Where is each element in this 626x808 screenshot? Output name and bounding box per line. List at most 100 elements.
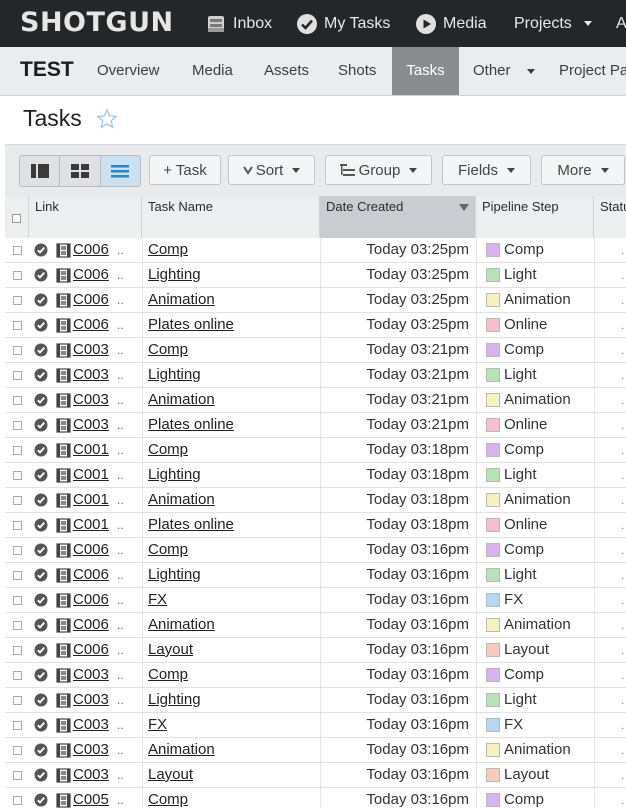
row-checkbox[interactable] <box>13 471 22 480</box>
row-checkbox[interactable] <box>13 621 22 630</box>
link-entity[interactable]: C001 <box>73 513 115 537</box>
tab-shots[interactable]: Shots <box>338 47 376 95</box>
link-entity[interactable]: C006 <box>73 563 115 587</box>
link-entity[interactable]: C006 <box>73 288 115 312</box>
link-entity[interactable]: C006 <box>73 588 115 612</box>
table-row[interactable]: C003.. Comp Today 03:21pm Comp. <box>5 338 626 363</box>
sort-button[interactable]: Sort <box>228 155 315 185</box>
link-entity[interactable]: C001 <box>73 488 115 512</box>
status-check-icon[interactable] <box>34 493 48 507</box>
table-row[interactable]: C006.. Animation Today 03:25pm Animation. <box>5 288 626 313</box>
task-name-link[interactable]: Animation <box>148 613 318 637</box>
task-name-link[interactable]: FX <box>148 588 318 612</box>
status-check-icon[interactable] <box>34 318 48 332</box>
link-entity[interactable]: C001 <box>73 438 115 462</box>
tab-other[interactable]: Other <box>473 47 535 95</box>
link-entity[interactable]: C003 <box>73 688 115 712</box>
status-check-icon[interactable] <box>34 743 48 757</box>
link-entity[interactable]: C006 <box>73 538 115 562</box>
column-header-date-created[interactable]: Date Created <box>320 196 476 238</box>
table-row[interactable]: C006.. FX Today 03:16pm FX. <box>5 588 626 613</box>
tab-assets[interactable]: Assets <box>264 47 309 95</box>
table-row[interactable]: C001.. Comp Today 03:18pm Comp. <box>5 438 626 463</box>
link-entity[interactable]: C006 <box>73 263 115 287</box>
link-entity[interactable]: C001 <box>73 463 115 487</box>
row-checkbox[interactable] <box>13 596 22 605</box>
task-name-link[interactable]: Comp <box>148 538 318 562</box>
status-check-icon[interactable] <box>34 793 48 807</box>
row-checkbox[interactable] <box>13 496 22 505</box>
status-check-icon[interactable] <box>34 543 48 557</box>
row-checkbox[interactable] <box>13 771 22 780</box>
row-checkbox[interactable] <box>13 396 22 405</box>
task-name-link[interactable]: Comp <box>148 788 318 808</box>
table-row[interactable]: C006.. Plates online Today 03:25pm Online. <box>5 313 626 338</box>
column-header-link[interactable]: Link <box>29 196 142 238</box>
task-name-link[interactable]: Animation <box>148 738 318 762</box>
table-row[interactable]: C006.. Comp Today 03:16pm Comp. <box>5 538 626 563</box>
status-check-icon[interactable] <box>34 518 48 532</box>
status-check-icon[interactable] <box>34 243 48 257</box>
task-name-link[interactable]: FX <box>148 713 318 737</box>
row-checkbox[interactable] <box>13 646 22 655</box>
fields-button[interactable]: Fields <box>442 155 531 185</box>
tab-tasks[interactable]: Tasks <box>392 47 459 95</box>
task-name-link[interactable]: Animation <box>148 388 318 412</box>
task-name-link[interactable]: Comp <box>148 238 318 262</box>
table-row[interactable]: C005.. Comp Today 03:16pm Comp. <box>5 788 626 808</box>
status-check-icon[interactable] <box>34 343 48 357</box>
status-check-icon[interactable] <box>34 643 48 657</box>
column-header-task-name[interactable]: Task Name <box>142 196 320 238</box>
task-name-link[interactable]: Animation <box>148 488 318 512</box>
status-check-icon[interactable] <box>34 618 48 632</box>
add-task-button[interactable]: + Task <box>149 155 221 185</box>
table-row[interactable]: C001.. Lighting Today 03:18pm Light. <box>5 463 626 488</box>
task-name-link[interactable]: Layout <box>148 638 318 662</box>
table-row[interactable]: C003.. Lighting Today 03:16pm Light. <box>5 688 626 713</box>
table-row[interactable]: C001.. Animation Today 03:18pm Animation. <box>5 488 626 513</box>
group-button[interactable]: Group <box>325 155 432 185</box>
task-name-link[interactable]: Lighting <box>148 463 318 487</box>
row-checkbox[interactable] <box>13 796 22 805</box>
status-check-icon[interactable] <box>34 443 48 457</box>
tab-project-pages[interactable]: Project Pa <box>559 47 626 95</box>
table-row[interactable]: C003.. Layout Today 03:16pm Layout. <box>5 763 626 788</box>
task-name-link[interactable]: Comp <box>148 338 318 362</box>
row-checkbox[interactable] <box>13 271 22 280</box>
status-check-icon[interactable] <box>34 393 48 407</box>
link-entity[interactable]: C006 <box>73 638 115 662</box>
row-checkbox[interactable] <box>13 721 22 730</box>
row-checkbox[interactable] <box>13 746 22 755</box>
table-row[interactable]: C006.. Layout Today 03:16pm Layout. <box>5 638 626 663</box>
link-entity[interactable]: C003 <box>73 713 115 737</box>
task-name-link[interactable]: Lighting <box>148 688 318 712</box>
link-entity[interactable]: C003 <box>73 738 115 762</box>
nav-my-tasks[interactable]: My Tasks <box>296 0 390 47</box>
status-check-icon[interactable] <box>34 593 48 607</box>
task-name-link[interactable]: Lighting <box>148 263 318 287</box>
task-name-link[interactable]: Animation <box>148 288 318 312</box>
status-check-icon[interactable] <box>34 293 48 307</box>
status-check-icon[interactable] <box>34 268 48 282</box>
row-checkbox[interactable] <box>13 671 22 680</box>
table-row[interactable]: C006.. Comp Today 03:25pm Comp. <box>5 238 626 263</box>
table-row[interactable]: C003.. FX Today 03:16pm FX. <box>5 713 626 738</box>
nav-projects[interactable]: Projects <box>514 0 592 47</box>
task-name-link[interactable]: Plates online <box>148 413 318 437</box>
status-check-icon[interactable] <box>34 468 48 482</box>
row-checkbox[interactable] <box>13 696 22 705</box>
status-check-icon[interactable] <box>34 368 48 382</box>
shotgun-logo[interactable]: SHOTGUN <box>20 7 174 38</box>
task-name-link[interactable]: Layout <box>148 763 318 787</box>
status-check-icon[interactable] <box>34 418 48 432</box>
table-row[interactable]: C003.. Lighting Today 03:21pm Light. <box>5 363 626 388</box>
row-checkbox[interactable] <box>13 371 22 380</box>
link-entity[interactable]: C003 <box>73 338 115 362</box>
row-checkbox[interactable] <box>13 346 22 355</box>
task-name-link[interactable]: Lighting <box>148 563 318 587</box>
nav-inbox[interactable]: Inbox <box>205 0 272 47</box>
link-entity[interactable]: C006 <box>73 313 115 337</box>
row-checkbox[interactable] <box>13 246 22 255</box>
status-check-icon[interactable] <box>34 718 48 732</box>
thumbnail-view-button[interactable] <box>60 156 101 186</box>
